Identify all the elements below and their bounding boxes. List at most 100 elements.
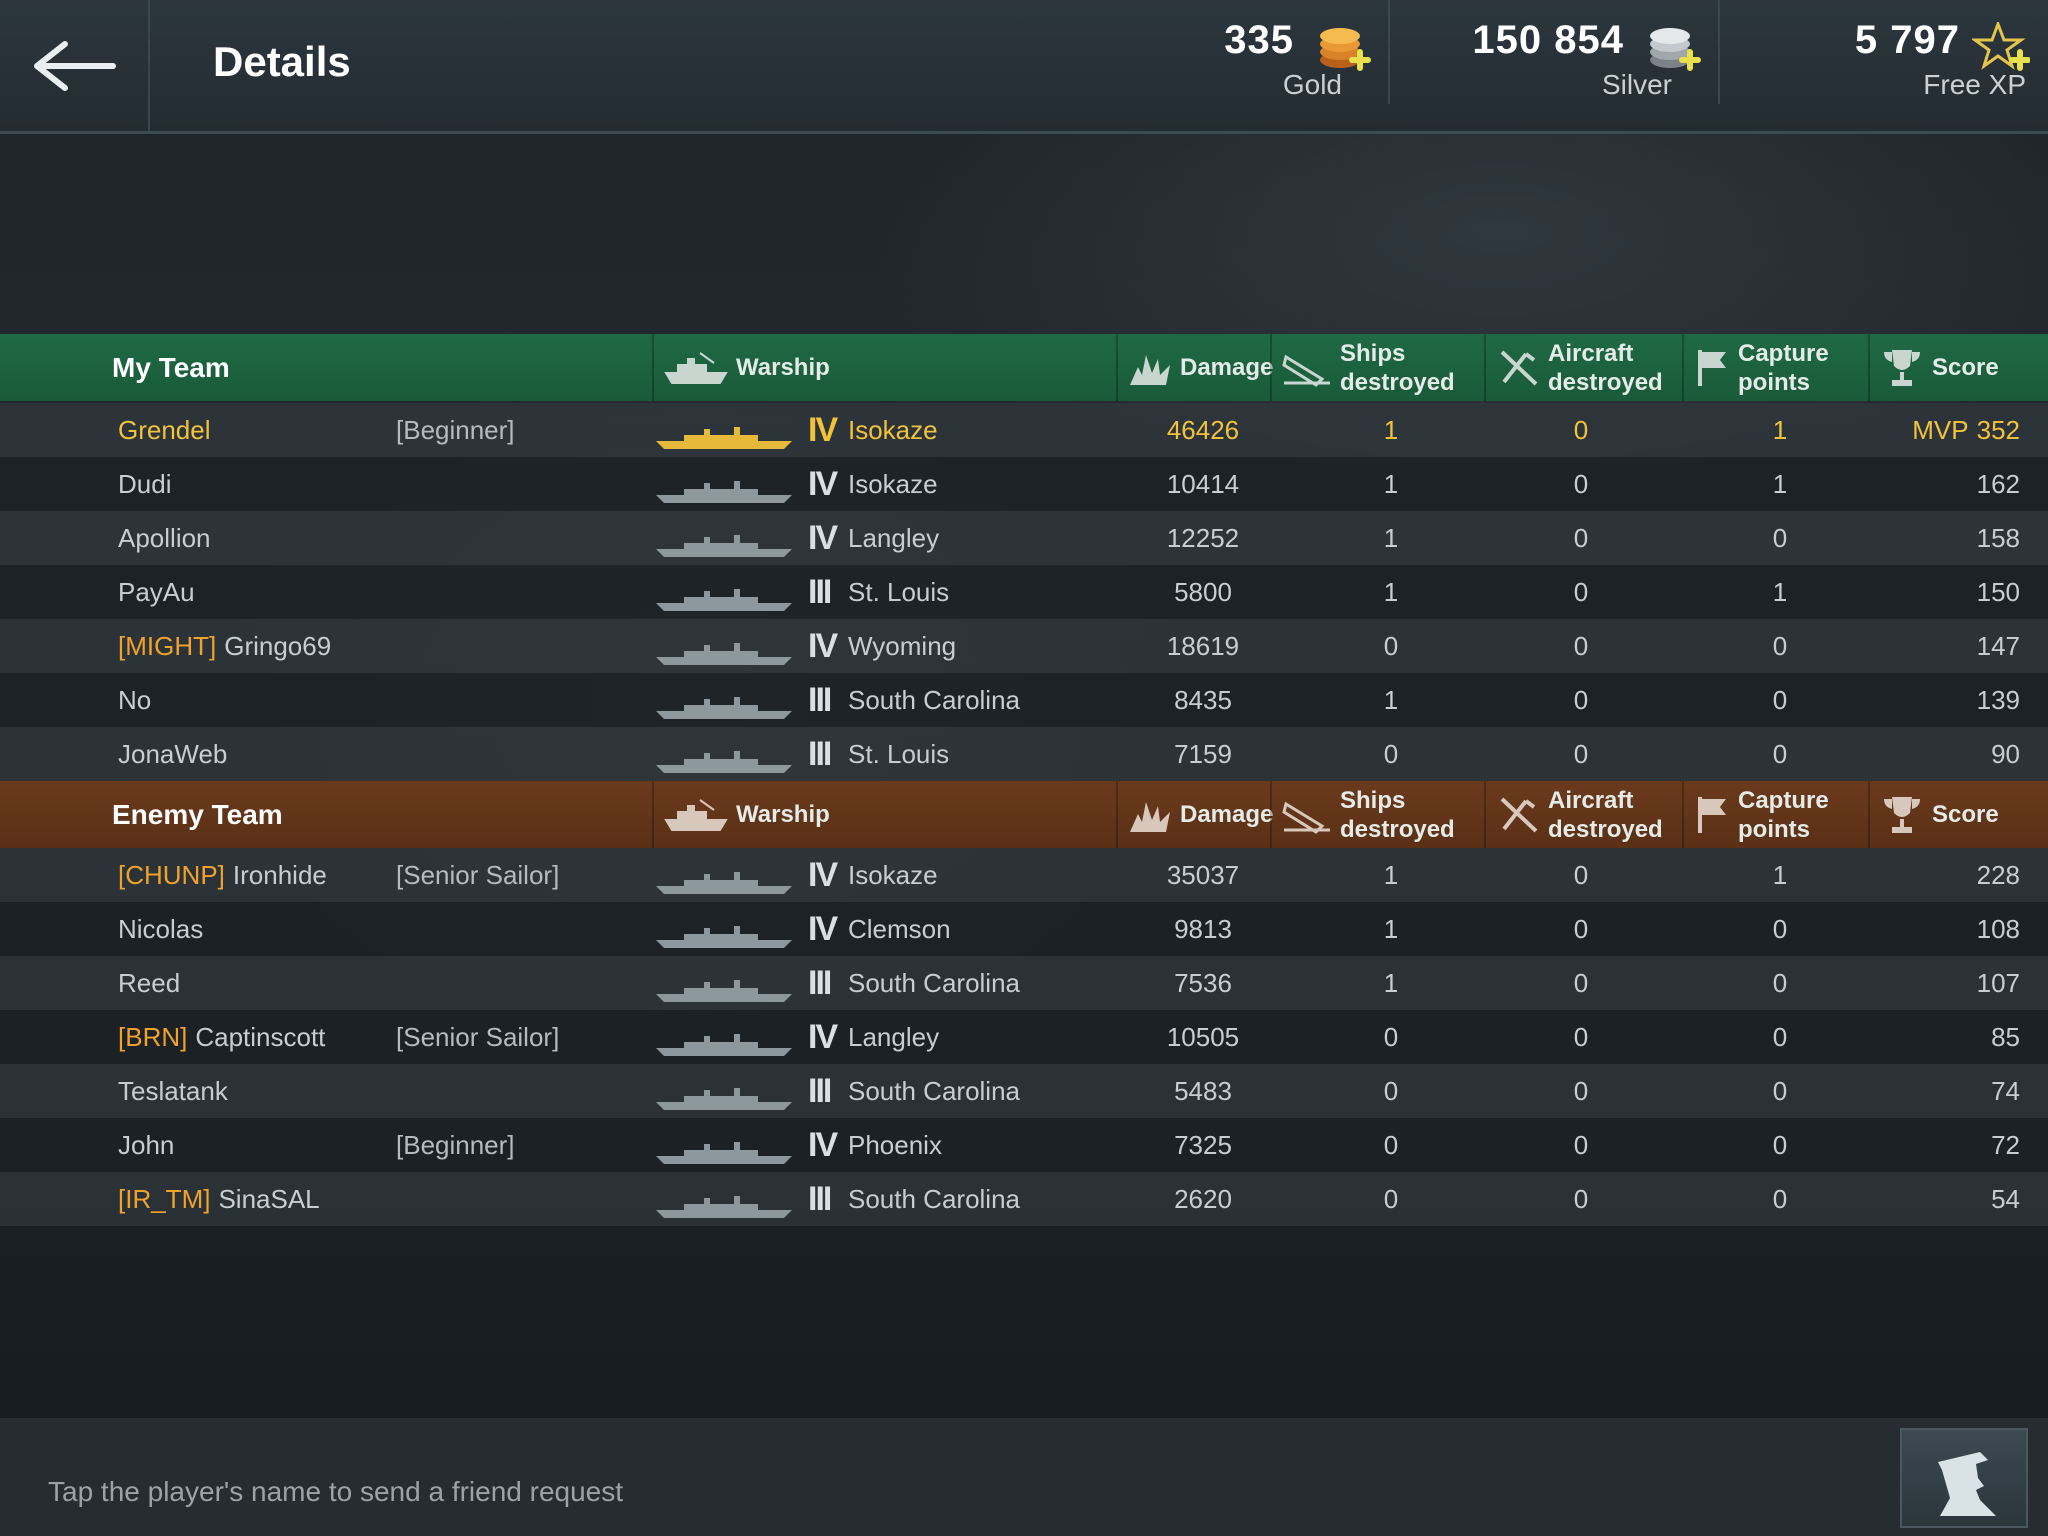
col-score: Score <box>1868 334 2048 401</box>
player-row: Dudi IV Isokaze 10414 1 0 1 162 <box>0 457 2048 511</box>
ship-silhouette-icon <box>656 427 792 449</box>
capture-points-value: 1 <box>1772 577 1788 607</box>
damage-value: 5483 <box>1174 1076 1232 1106</box>
ships-destroyed-value: 0 <box>1383 631 1399 661</box>
capture-points-value: 0 <box>1772 914 1788 944</box>
score-cell: 139 <box>1890 673 2020 727</box>
damage-value: 10505 <box>1166 1022 1240 1052</box>
damage-value: 8435 <box>1174 685 1232 715</box>
player-name-link[interactable]: Apollion <box>118 511 211 565</box>
col-damage: Damage <box>1116 334 1273 401</box>
captain-portrait-button[interactable] <box>1900 1428 2028 1528</box>
player-name-link[interactable]: [BRN] Captinscott <box>118 1010 325 1064</box>
silver-currency[interactable]: 150 854 Silver <box>1440 18 1701 118</box>
player-name: SinaSAL <box>218 1184 320 1214</box>
score-value: 85 <box>1991 1022 2020 1052</box>
aircraft-destroyed-value: 0 <box>1573 739 1589 769</box>
damage-value: 5800 <box>1174 577 1232 607</box>
player-name: Apollion <box>118 523 211 553</box>
gold-amount: 335 <box>1224 18 1294 62</box>
player-name: Dudi <box>118 469 172 499</box>
back-button[interactable] <box>0 0 150 131</box>
trophy-icon <box>1884 349 1920 386</box>
score-cell: 158 <box>1890 511 2020 565</box>
score-cell: 150 <box>1890 565 2020 619</box>
player-name: Nicolas <box>118 914 204 944</box>
score-value: 74 <box>1991 1076 2020 1106</box>
ship-tier: IV <box>808 1018 838 1056</box>
back-arrow-icon <box>34 40 116 91</box>
player-name-link[interactable]: JonaWeb <box>118 727 227 781</box>
player-name-link[interactable]: Dudi <box>118 457 171 511</box>
aircraft-destroyed-value: 0 <box>1573 469 1589 499</box>
flag-icon <box>1698 796 1726 833</box>
col-aircraft-label-2: destroyed <box>1548 815 1663 843</box>
score-cell: 54 <box>1890 1172 2020 1226</box>
aircraft-destroyed-value: 0 <box>1573 1022 1589 1052</box>
explosion-icon <box>1130 354 1170 385</box>
player-row: Apollion IV Langley 12252 1 0 0 158 <box>0 511 2048 565</box>
ship-silhouette-icon <box>656 751 792 773</box>
ships-destroyed-value: 0 <box>1383 1130 1399 1160</box>
score-value: 139 <box>1976 685 2020 715</box>
player-rank: [Beginner] <box>396 1130 515 1160</box>
player-name-link[interactable]: Reed <box>118 956 180 1010</box>
player-row: John [Beginner] IV Phoenix 7325 0 0 0 72 <box>0 1118 2048 1172</box>
capture-points-value: 0 <box>1772 739 1788 769</box>
clan-tag: [MIGHT] <box>118 631 217 661</box>
ships-destroyed-value: 1 <box>1383 914 1399 944</box>
player-name-link[interactable]: No <box>118 673 151 727</box>
col-damage-label: Damage <box>1180 801 1274 828</box>
clan-tag: [BRN] <box>118 1022 188 1052</box>
player-row: No III South Carolina 8435 1 0 0 139 <box>0 673 2048 727</box>
player-name-link[interactable]: PayAu <box>118 565 195 619</box>
capture-points-value: 0 <box>1772 1022 1788 1052</box>
player-name-link[interactable]: [MIGHT] Gringo69 <box>118 619 331 673</box>
score-value: 90 <box>1991 739 2020 769</box>
top-bar: Details 335 Gold 150 854 Silver 5 797 Fr… <box>0 0 2048 134</box>
damage-value: 12252 <box>1166 523 1240 553</box>
ship-tier: IV <box>808 519 838 557</box>
score-cell: 107 <box>1890 956 2020 1010</box>
col-aircraft-label-1: Aircraft <box>1548 339 1634 367</box>
player-name-link[interactable]: John <box>118 1118 174 1172</box>
player-name: No <box>118 685 152 715</box>
free-xp-currency[interactable]: 5 797 Free XP <box>1760 18 2030 118</box>
warship-name: St. Louis <box>848 739 950 769</box>
score-value: 228 <box>1976 860 2020 890</box>
warship-name: Isokaze <box>848 415 938 445</box>
player-name-link[interactable]: Grendel <box>118 403 211 457</box>
ships-destroyed-value: 0 <box>1383 1076 1399 1106</box>
warship-name: Isokaze <box>848 469 938 499</box>
aircraft-destroyed-value: 0 <box>1573 914 1589 944</box>
enemy-team-header: Enemy Team Warship Damage Ships destroyed… <box>0 781 2048 848</box>
aircraft-destroyed-value: 0 <box>1573 631 1589 661</box>
col-capture-label-2: points <box>1738 815 1810 843</box>
col-ships-destroyed: Ships destroyed <box>1270 334 1484 401</box>
ship-silhouette-icon <box>656 872 792 894</box>
player-rank: [Senior Sailor] <box>396 1022 560 1052</box>
ship-silhouette-icon <box>656 481 792 503</box>
damage-value: 7159 <box>1174 739 1232 769</box>
damage-value: 46426 <box>1166 415 1240 445</box>
silver-label: Silver <box>1601 69 1672 100</box>
ship-silhouette-icon <box>656 643 792 665</box>
player-name-link[interactable]: [IR_TM] SinaSAL <box>118 1172 320 1226</box>
player-name: Gringo69 <box>224 631 332 661</box>
warship-icon <box>664 798 728 831</box>
player-name-link[interactable]: Teslatank <box>118 1064 228 1118</box>
gold-currency[interactable]: 335 Gold <box>1180 18 1371 118</box>
player-name-link[interactable]: [CHUNP] Ironhide <box>118 848 327 902</box>
col-aircraft-label-1: Aircraft <box>1548 786 1634 814</box>
player-name-link[interactable]: Nicolas <box>118 902 203 956</box>
ship-silhouette-icon <box>656 535 792 557</box>
ship-silhouette-icon <box>656 1196 792 1218</box>
player-name: Grendel <box>118 415 211 445</box>
score-cell: MVP 352 <box>1890 403 2020 457</box>
ship-tier: IV <box>808 856 838 894</box>
player-rank: [Senior Sailor] <box>396 860 560 890</box>
player-name: Teslatank <box>118 1076 228 1106</box>
ships-destroyed-value: 0 <box>1383 739 1399 769</box>
capture-points-value: 0 <box>1772 1184 1788 1214</box>
ship-tier: III <box>808 573 832 611</box>
